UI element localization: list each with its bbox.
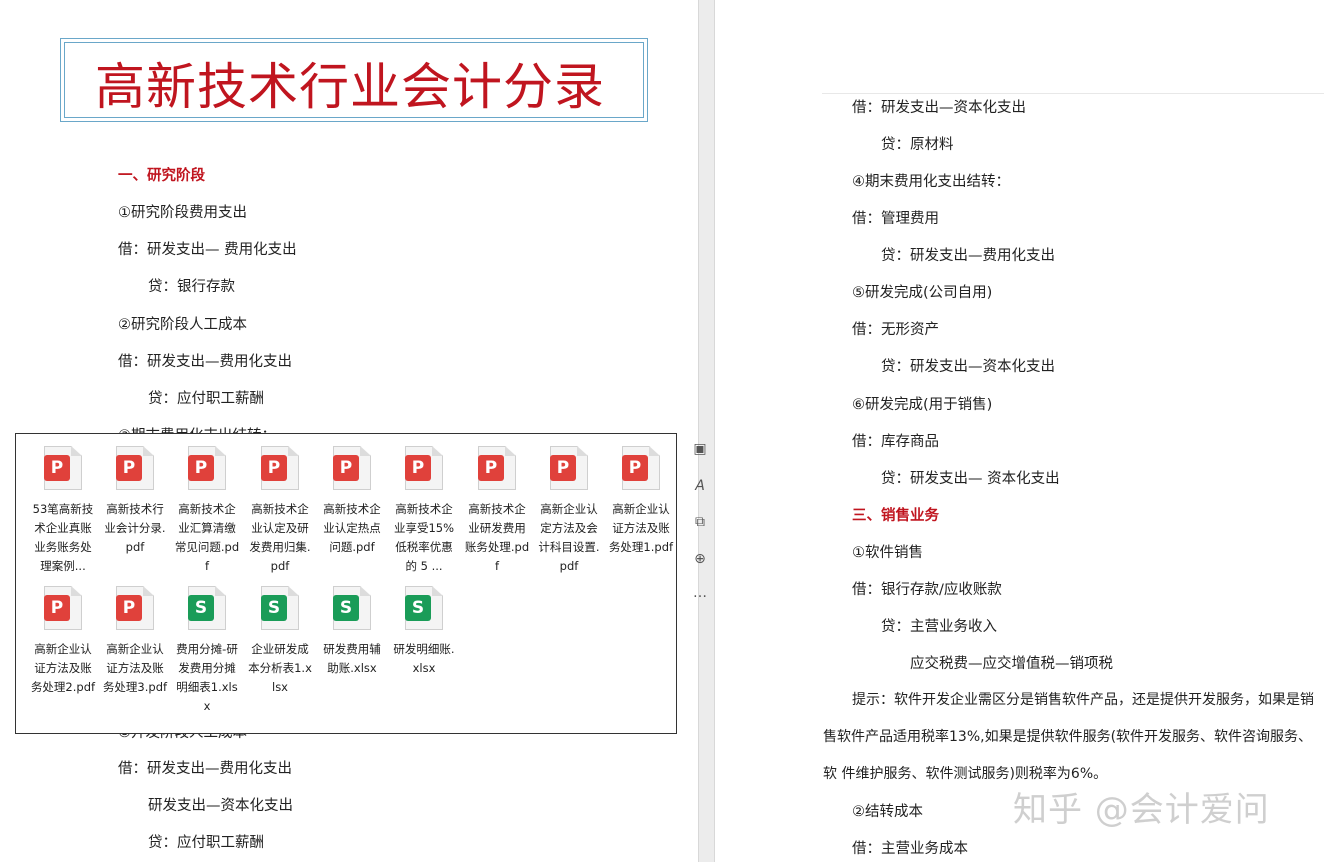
xlsx-icon: S [333,586,371,630]
text-line: 售软件产品适用税率13%,如果是提供软件服务(软件开发服务、软件咨询服务、 [823,729,1313,745]
pdf-icon: P [44,586,82,630]
text-line: ①软件销售 [852,545,923,561]
text-line: 贷：原材料 [881,137,954,153]
file-name: 高新技术企业研发费用账务处理.pdf [464,502,530,573]
image-edit-icon[interactable]: ▣ [689,438,711,460]
text-line: 贷：银行存款 [148,279,235,295]
title-frame: 高新技术行业会计分录 [60,38,648,122]
file-name: 高新企业认定方法及会计科目设置.pdf [538,502,600,573]
pdf-icon: P [405,446,443,490]
file-name: 高新企业认证方法及账务处理3.pdf [102,642,168,694]
pdf-icon: P [261,446,299,490]
file-name: 企业研发成本分析表1.xlsx [248,642,312,694]
file-item[interactable]: P 高新技术企业认定及研发费用归集.pdf [247,446,313,576]
file-item[interactable]: P 高新企业认证方法及账务处理1.pdf [608,446,674,557]
section-heading: 一、研究阶段 [118,168,205,184]
file-item[interactable]: P 53笔高新技术企业真账业务账务处理案例... [30,446,96,576]
text-line: 贷：应付职工薪酬 [148,835,264,851]
text-line: 提示：软件开发企业需区分是销售软件产品，还是提供开发服务，如果是销 [852,692,1314,708]
text-line: 研发支出—资本化支出 [148,798,293,814]
text-line: 借：研发支出—资本化支出 [852,100,1026,116]
text-line: ⑤研发完成(公司自用) [852,285,993,301]
text-line: 贷：主营业务收入 [881,619,997,635]
text-line: ④期末费用化支出结转： [852,174,1010,190]
xlsx-icon: S [405,586,443,630]
file-item[interactable]: P 高新企业认证方法及账务处理3.pdf [102,586,168,697]
pdf-icon: P [622,446,660,490]
file-name: 高新企业认证方法及账务处理2.pdf [30,642,96,694]
file-item[interactable]: P 高新企业认证方法及账务处理2.pdf [30,586,96,697]
text-line: 应交税费—应交增值税—销项税 [910,656,1113,672]
file-item[interactable]: P 高新技术企业享受15%低税率优惠的 5 ... [391,446,457,576]
file-name: 高新企业认证方法及账务处理1.pdf [608,502,674,554]
file-name: 53笔高新技术企业真账业务账务处理案例... [32,502,94,573]
text-line: 借：研发支出—费用化支出 [118,354,292,370]
xlsx-icon: S [188,586,226,630]
text-line: 借：库存商品 [852,434,939,450]
text-line: ②研究阶段人工成本 [118,317,247,333]
crop-icon[interactable]: ⧉ [689,511,711,533]
file-item[interactable]: P 高新技术企业研发费用账务处理.pdf [464,446,530,576]
file-item[interactable]: S 研发费用辅助账.xlsx [319,586,385,678]
text-line: 借：研发支出— 费用化支出 [118,242,297,258]
text-line: 贷：研发支出— 资本化支出 [881,471,1060,487]
page-gutter [698,0,715,862]
text-line: ①研究阶段费用支出 [118,205,247,221]
pdf-icon: P [333,446,371,490]
pdf-icon: P [478,446,516,490]
pdf-icon: P [550,446,588,490]
header-rule [822,93,1324,94]
file-item[interactable]: P 高新企业认定方法及会计科目设置.pdf [536,446,602,576]
more-icon[interactable]: … [689,582,711,604]
pdf-icon: P [116,446,154,490]
xlsx-icon: S [261,586,299,630]
text-line: 软 件维护服务、软件测试服务)则税率为6%。 [823,766,1108,782]
file-name: 费用分摊-研发费用分摊明细表1.xlsx [176,642,238,713]
pdf-icon: P [44,446,82,490]
file-name: 高新技术企业汇算清缴常见问题.pdf [174,502,240,573]
file-name: 研发明细账.xlsx [393,642,455,675]
text-line: 借：银行存款/应收账款 [852,582,1002,598]
pdf-icon: P [116,586,154,630]
file-item[interactable]: P 高新技术企业认定热点问题.pdf [319,446,385,557]
right-document-page: 借：研发支出—资本化支出 贷：原材料 ④期末费用化支出结转： 借：管理费用 贷：… [715,0,1331,862]
text-line: ②结转成本 [852,804,923,820]
file-item[interactable]: S 企业研发成本分析表1.xlsx [247,586,313,697]
text-line: 贷：应付职工薪酬 [148,391,264,407]
file-list-panel: P 53笔高新技术企业真账业务账务处理案例... P 高新技术行业会计分录.pd… [15,433,677,734]
text-line: ⑥研发完成(用于销售) [852,397,993,413]
watermark: 知乎 @会计爱问 [1013,790,1270,830]
pdf-icon: P [188,446,226,490]
file-name: 研发费用辅助账.xlsx [323,642,381,675]
file-item[interactable]: P 高新技术行业会计分录.pdf [102,446,168,557]
zoom-in-icon[interactable]: ⊕ [689,548,711,570]
file-item[interactable]: S 费用分摊-研发费用分摊明细表1.xlsx [174,586,240,716]
file-name: 高新技术企业享受15%低税率优惠的 5 ... [393,502,455,573]
section-heading: 三、销售业务 [852,508,939,524]
file-item[interactable]: P 高新技术企业汇算清缴常见问题.pdf [174,446,240,576]
file-name: 高新技术行业会计分录.pdf [104,502,166,554]
file-item[interactable]: S 研发明细账.xlsx [391,586,457,678]
text-line: 借：研发支出—费用化支出 [118,761,292,777]
text-line: 借：主营业务成本 [852,841,968,857]
text-line: 贷：研发支出—费用化支出 [881,248,1055,264]
text-line: 借：管理费用 [852,211,939,227]
document-title: 高新技术行业会计分录 [95,58,605,116]
file-name: 高新技术企业认定及研发费用归集.pdf [249,502,311,573]
text-line: 借：无形资产 [852,322,939,338]
text-line: 贷：研发支出—资本化支出 [881,359,1055,375]
text-edit-icon[interactable]: A [689,475,711,497]
file-name: 高新技术企业认定热点问题.pdf [323,502,381,554]
